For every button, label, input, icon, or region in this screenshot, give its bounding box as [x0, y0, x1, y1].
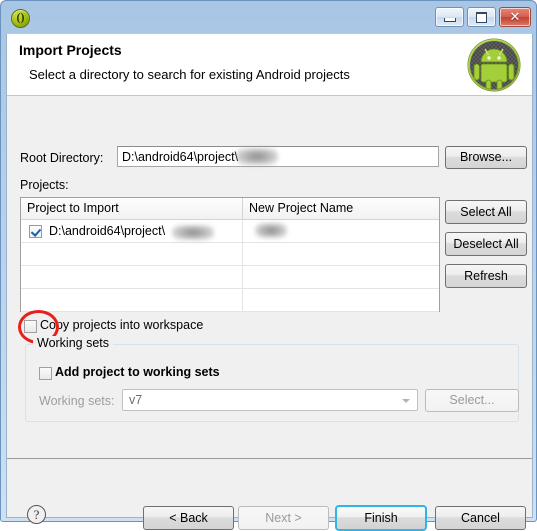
copy-projects-into-workspace-label: Copy projects into workspace [40, 318, 204, 332]
add-project-to-working-sets-label: Add project to working sets [55, 365, 220, 379]
table-row-empty[interactable] [21, 289, 439, 312]
maximize-button[interactable] [467, 7, 496, 27]
cell-empty [21, 243, 243, 266]
cell-empty [21, 266, 243, 289]
close-button[interactable]: ✕ [499, 7, 531, 27]
page-subtitle: Select a directory to search for existin… [29, 67, 350, 82]
title-bar: () ✕ [1, 1, 537, 33]
column-header-project-to-import[interactable]: Project to Import [21, 198, 243, 219]
projects-table[interactable]: Project to Import New Project Name D:\an… [20, 197, 440, 312]
minimize-icon [436, 8, 463, 26]
root-directory-input[interactable] [117, 146, 439, 167]
root-directory-label: Root Directory: [20, 151, 104, 165]
browse-button[interactable]: Browse... [445, 146, 527, 169]
page-title: Import Projects [19, 42, 122, 58]
table-row-empty[interactable] [21, 266, 439, 289]
cell-empty [243, 243, 439, 266]
close-icon: ✕ [509, 9, 521, 25]
copy-projects-into-workspace-checkbox[interactable] [24, 320, 37, 333]
footer-separator [7, 458, 532, 459]
table-row-empty[interactable] [21, 243, 439, 266]
minimize-button[interactable] [435, 7, 464, 27]
wizard-header: Import Projects Select a directory to se… [7, 34, 532, 96]
add-project-to-working-sets-checkbox[interactable] [39, 367, 52, 380]
column-header-new-project-name[interactable]: New Project Name [243, 198, 439, 219]
table-header-row: Project to Import New Project Name [21, 198, 439, 220]
deselect-all-button[interactable]: Deselect All [445, 232, 527, 256]
cell-empty [243, 266, 439, 289]
cell-empty [21, 289, 243, 312]
eclipse-window-icon: () [11, 9, 30, 28]
projects-label: Projects: [20, 178, 69, 192]
redacted-project-name-blur [255, 223, 287, 238]
redacted-path-blur [236, 148, 278, 165]
working-sets-combobox-value: v7 [129, 393, 143, 407]
redacted-row-path-blur [172, 225, 214, 240]
select-all-button[interactable]: Select All [445, 200, 527, 224]
cancel-button[interactable]: Cancel [435, 506, 526, 530]
working-sets-label: Working sets: [39, 394, 115, 408]
working-sets-combobox[interactable]: v7 [122, 389, 418, 411]
cell-empty [243, 289, 439, 312]
chevron-down-icon [402, 399, 410, 403]
working-sets-group-title: Working sets [33, 336, 114, 350]
working-sets-select-button[interactable]: Select... [425, 389, 519, 412]
row-checkbox[interactable] [29, 225, 42, 238]
android-robot-logo [467, 38, 521, 92]
dialog-window: () ✕ Import Projects Select a directory … [0, 0, 537, 531]
back-button[interactable]: < Back [143, 506, 234, 530]
eclipse-icon-glyph: () [16, 10, 25, 24]
next-button[interactable]: Next > [238, 506, 329, 530]
help-icon[interactable]: ? [27, 505, 46, 524]
table-row[interactable]: D:\android64\project\ [21, 220, 439, 243]
maximize-icon [468, 8, 495, 26]
refresh-button[interactable]: Refresh [445, 264, 527, 288]
dialog-body: Import Projects Select a directory to se… [6, 33, 533, 531]
finish-button[interactable]: Finish [335, 505, 427, 531]
